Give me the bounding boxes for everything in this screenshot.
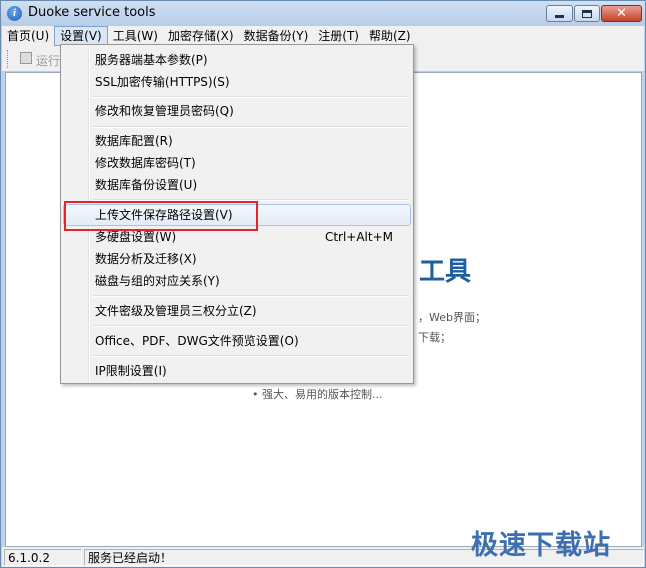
menu-separator <box>93 126 409 128</box>
watermark: 极速下载站 <box>471 530 611 561</box>
maximize-button[interactable] <box>574 5 600 22</box>
maximize-icon <box>582 9 592 18</box>
minimize-icon <box>555 14 564 18</box>
menu-item-label: 数据库备份设置(U) <box>95 178 198 192</box>
menu-item-label: 数据分析及迁移(X) <box>95 252 197 266</box>
menu-settings[interactable]: 设置(V) <box>54 26 108 46</box>
menu-item-shortcut: Ctrl+Alt+M <box>324 230 393 244</box>
menu-item-ip-restriction[interactable]: IP限制设置(I) <box>63 360 411 382</box>
splash-feature-line: ，Web界面； <box>418 311 486 324</box>
splash-feature-line: • 强大、易用的版本控制... <box>252 388 383 401</box>
menu-register[interactable]: 注册(T) <box>313 26 364 46</box>
menu-help[interactable]: 帮助(Z) <box>364 26 416 46</box>
menu-separator <box>93 295 409 297</box>
menu-bar: 首页(U) 设置(V) 工具(W) 加密存储(X) 数据备份(Y) 注册(T) … <box>2 26 644 46</box>
menu-item-security-level[interactable]: 文件密级及管理员三权分立(Z) <box>63 300 411 322</box>
menu-item-server-params[interactable]: 服务器端基本参数(P) <box>63 49 411 71</box>
close-button[interactable]: ✕ <box>601 5 642 22</box>
menu-item-db-backup[interactable]: 数据库备份设置(U) <box>63 174 411 196</box>
menu-item-label: 修改数据库密码(T) <box>95 156 196 170</box>
status-version: 6.1.0.2 <box>4 549 82 566</box>
menu-data-backup[interactable]: 数据备份(Y) <box>239 26 314 46</box>
splash-feature-line: 下载； <box>418 331 451 344</box>
menu-item-label: 文件密级及管理员三权分立(Z) <box>95 304 257 318</box>
menu-item-label: 修改和恢复管理员密码(Q) <box>95 104 234 118</box>
menu-item-data-migration[interactable]: 数据分析及迁移(X) <box>63 248 411 270</box>
menu-item-label: 服务器端基本参数(P) <box>95 53 208 67</box>
close-icon: ✕ <box>616 6 627 21</box>
menu-item-preview-settings[interactable]: Office、PDF、DWG文件预览设置(O) <box>63 330 411 352</box>
title-bar[interactable]: i Duoke service tools ✕ <box>1 1 645 26</box>
splash-title: 工具 <box>419 257 472 287</box>
menu-item-db-password[interactable]: 修改数据库密码(T) <box>63 152 411 174</box>
menu-home[interactable]: 首页(U) <box>2 26 54 46</box>
minimize-button[interactable] <box>546 5 573 22</box>
menu-separator <box>93 325 409 327</box>
menu-tools[interactable]: 工具(W) <box>108 26 163 46</box>
menu-separator <box>93 355 409 357</box>
window-title: Duoke service tools <box>28 5 156 20</box>
annotation-highlight-box <box>64 201 258 231</box>
menu-item-label: IP限制设置(I) <box>95 364 167 378</box>
app-icon: i <box>7 6 22 21</box>
menu-item-label: 磁盘与组的对应关系(Y) <box>95 274 220 288</box>
app-window: i Duoke service tools ✕ 首页(U) 设置(V) 工具(W… <box>0 0 646 568</box>
toolbar-grip[interactable] <box>7 50 9 68</box>
menu-item-label: 数据库配置(R) <box>95 134 173 148</box>
run-icon <box>20 52 32 64</box>
menu-encrypted-storage[interactable]: 加密存储(X) <box>163 26 239 46</box>
menu-item-ssl[interactable]: SSL加密传输(HTTPS)(S) <box>63 71 411 93</box>
menu-item-admin-password[interactable]: 修改和恢复管理员密码(Q) <box>63 100 411 122</box>
run-button[interactable]: 运行 <box>36 52 60 69</box>
menu-item-disk-group-mapping[interactable]: 磁盘与组的对应关系(Y) <box>63 270 411 292</box>
menu-item-db-config[interactable]: 数据库配置(R) <box>63 130 411 152</box>
menu-item-label: Office、PDF、DWG文件预览设置(O) <box>95 334 299 348</box>
menu-item-label: SSL加密传输(HTTPS)(S) <box>95 75 230 89</box>
menu-separator <box>93 96 409 98</box>
